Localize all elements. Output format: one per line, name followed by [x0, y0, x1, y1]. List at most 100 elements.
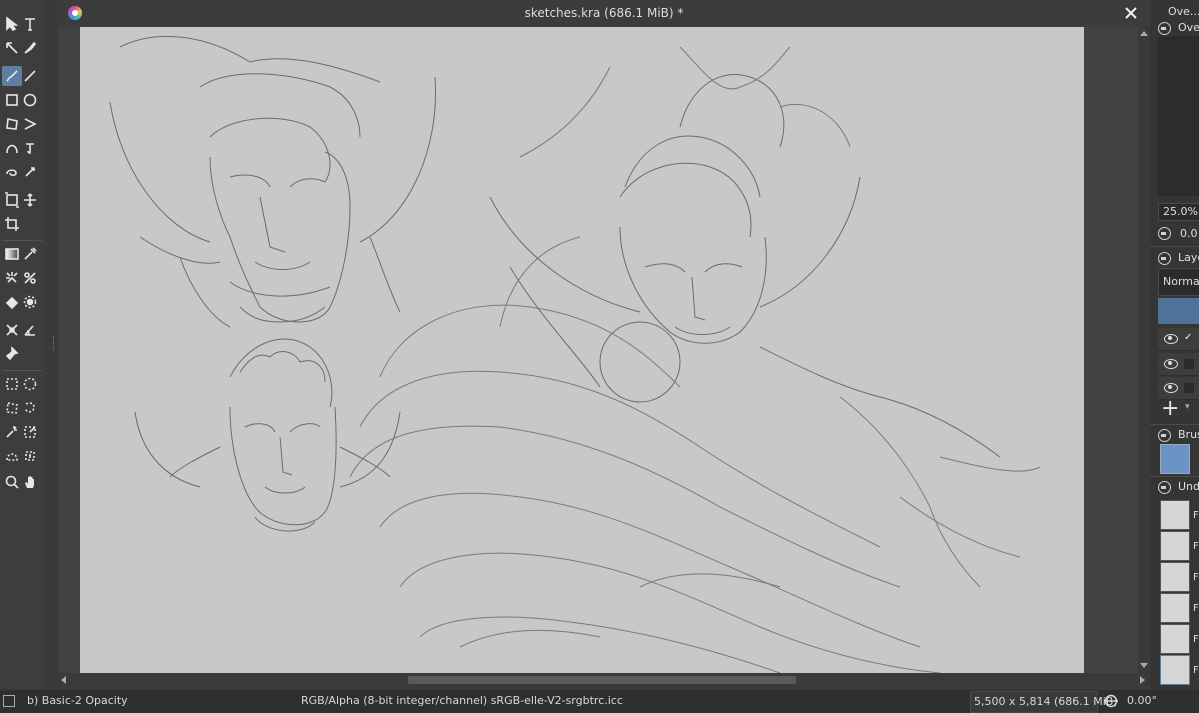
undo-history-thumb[interactable]	[1160, 531, 1190, 561]
ellipse-icon[interactable]	[20, 90, 40, 110]
canvas-sketch[interactable]	[80, 27, 1084, 673]
scroll-right-icon[interactable]	[1140, 676, 1145, 684]
contiguous-select-icon[interactable]	[2, 422, 22, 442]
canvas-viewport[interactable]	[58, 27, 1138, 673]
lock-icon[interactable]	[1158, 22, 1171, 35]
move-icon[interactable]	[20, 190, 40, 210]
checkmark-icon[interactable]: ✓	[1184, 332, 1194, 343]
reference-images-icon[interactable]	[2, 344, 22, 364]
magnetic-select-icon[interactable]	[20, 446, 40, 466]
layers-title: Laye	[1178, 251, 1199, 264]
blend-mode-select[interactable]: Normal	[1158, 268, 1199, 296]
sketch-body-scribbles	[349, 46, 1041, 673]
multibrush-icon[interactable]	[20, 162, 40, 182]
freehand-brush-icon[interactable]	[2, 66, 22, 86]
right-docker: Ove... Ove 25.0% 0.0 Laye Normal ✓ + ▾ B…	[1150, 0, 1199, 690]
assistant-icon[interactable]	[2, 320, 22, 340]
zoom-icon[interactable]	[2, 472, 22, 492]
vertical-scrollbar[interactable]	[1138, 27, 1150, 673]
undo-history-thumb[interactable]	[1160, 500, 1190, 530]
pan-icon[interactable]	[20, 472, 40, 492]
toolbox	[0, 0, 46, 690]
overview-tab[interactable]: Ove...	[1168, 5, 1199, 18]
docker-divider	[1150, 246, 1199, 247]
undo-history-thumb[interactable]	[1160, 562, 1190, 592]
undo-history-thumb[interactable]	[1160, 624, 1190, 654]
undo-item-label: F	[1193, 634, 1199, 645]
image-size-box[interactable]: 5,500 x 5,814 (686.1 MiB)	[970, 691, 1118, 713]
select-shapes-icon[interactable]	[2, 14, 22, 34]
horizontal-scroll-thumb[interactable]	[408, 676, 796, 684]
transform-icon[interactable]	[2, 190, 22, 210]
dynamic-brush-icon[interactable]	[2, 162, 22, 182]
layers-lock-icon[interactable]	[1158, 252, 1171, 265]
fill-icon[interactable]	[2, 292, 22, 312]
text-icon[interactable]	[20, 14, 40, 34]
brush-preset-name: b) Basic-2 Opacity	[27, 694, 128, 707]
enclose-fill-icon[interactable]	[20, 292, 40, 312]
rotation-readout[interactable]: 0.00°	[1127, 694, 1157, 707]
layer-checkbox[interactable]	[1184, 383, 1194, 393]
brush-preset-icon[interactable]	[1160, 444, 1190, 474]
overview-thumbnail[interactable]	[1158, 36, 1199, 196]
crop-icon[interactable]	[2, 214, 22, 234]
brushes-title: Brus	[1178, 428, 1199, 441]
zoom-field[interactable]: 25.0%	[1158, 203, 1199, 221]
layer-row[interactable]: ✓	[1158, 328, 1199, 351]
blend-mode-value: Normal	[1163, 275, 1199, 288]
measure-icon[interactable]	[20, 320, 40, 340]
undo-item-label: F	[1193, 665, 1199, 676]
calligraphy-icon[interactable]	[20, 38, 40, 58]
brushes-lock-icon[interactable]	[1158, 429, 1171, 442]
rectangle-icon[interactable]	[2, 90, 22, 110]
add-layer-icon[interactable]: +	[1161, 396, 1179, 421]
zoom-level: 25.0%	[1163, 205, 1198, 218]
polygon-icon[interactable]	[2, 114, 22, 134]
overview-title: Ove	[1178, 21, 1199, 34]
line-icon[interactable]	[20, 66, 40, 86]
opacity-slider[interactable]	[1158, 298, 1199, 324]
status-bar: b) Basic-2 Opacity RGB/Alpha (8-bit inte…	[0, 690, 1199, 713]
undo-item-label: F	[1193, 510, 1199, 521]
horizontal-scrollbar[interactable]	[58, 673, 1150, 687]
docker-divider-2	[1150, 424, 1199, 425]
freehand-path-icon[interactable]	[20, 138, 40, 158]
close-icon[interactable]	[1122, 4, 1140, 22]
bezier-curve-icon[interactable]	[2, 138, 22, 158]
bezier-select-icon[interactable]	[2, 446, 22, 466]
undo-history-thumb[interactable]	[1160, 593, 1190, 623]
undo-title: Und	[1178, 480, 1199, 493]
sketch-head-2	[134, 338, 401, 532]
rotation-value[interactable]: 0.0	[1180, 227, 1198, 240]
rect-select-icon[interactable]	[2, 374, 22, 394]
undo-item-label: F	[1193, 603, 1199, 614]
scroll-left-icon[interactable]	[61, 676, 66, 684]
undo-item-label: F	[1193, 572, 1199, 583]
undo-history-thumb-current[interactable]	[1160, 655, 1190, 685]
scroll-down-icon[interactable]	[1140, 663, 1148, 668]
chevron-down-icon[interactable]: ▾	[1185, 402, 1190, 412]
eye-icon[interactable]	[1164, 383, 1178, 393]
docker-divider-3	[1150, 476, 1199, 477]
freehand-select-icon[interactable]	[20, 398, 40, 418]
rotate-icon[interactable]	[1158, 227, 1171, 240]
scroll-up-icon[interactable]	[1140, 31, 1148, 36]
document-titlebar: sketches.kra (686.1 MiB) *	[58, 0, 1150, 27]
brush-preview-icon[interactable]	[3, 695, 15, 707]
ellipse-select-icon[interactable]	[20, 374, 40, 394]
similar-select-icon[interactable]	[20, 422, 40, 442]
document-title: sketches.kra (686.1 MiB) *	[524, 6, 684, 20]
polyline-icon[interactable]	[20, 114, 40, 134]
colorize-mask-icon[interactable]	[2, 268, 22, 288]
color-picker-icon[interactable]	[20, 244, 40, 264]
layer-row[interactable]	[1158, 353, 1199, 376]
eye-icon[interactable]	[1164, 334, 1178, 344]
rotation-icon[interactable]	[1103, 694, 1119, 708]
gradient-icon[interactable]	[2, 244, 22, 264]
edit-shapes-icon[interactable]	[2, 38, 22, 58]
layer-checkbox[interactable]	[1184, 359, 1194, 369]
undo-lock-icon[interactable]	[1158, 481, 1171, 494]
eye-icon[interactable]	[1164, 359, 1178, 369]
polygon-select-icon[interactable]	[2, 398, 22, 418]
smart-patch-icon[interactable]	[20, 268, 40, 288]
